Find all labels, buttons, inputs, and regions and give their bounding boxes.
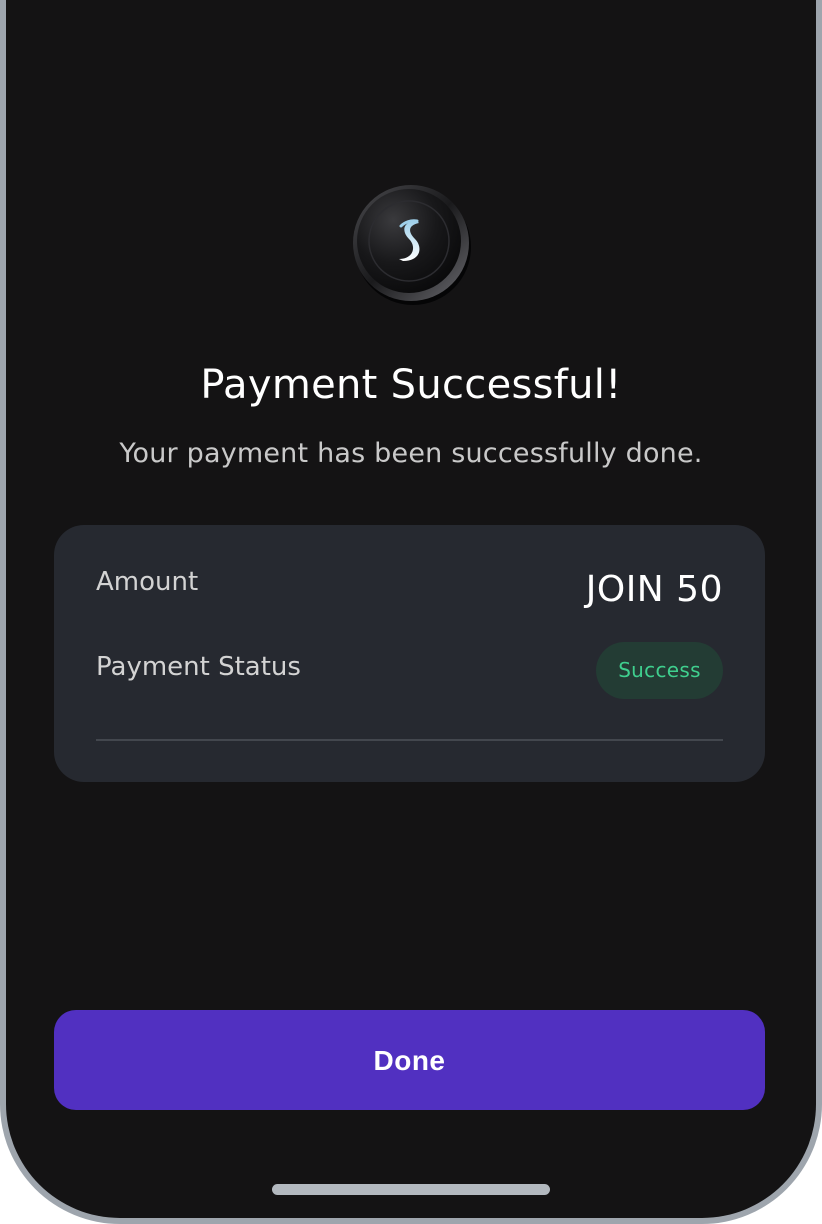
home-indicator [272,1184,550,1195]
done-button[interactable]: Done [54,1010,765,1110]
coin-logo-icon [347,181,475,309]
page-subtitle: Your payment has been successfully done. [119,438,703,469]
coin-logo-svg [353,185,471,305]
screen: Payment Successful! Your payment has bee… [6,0,816,1218]
status-badge: Success [596,642,723,699]
amount-label: Amount [96,567,199,597]
divider [96,739,723,741]
payment-success-view: Payment Successful! Your payment has bee… [6,0,816,1218]
payment-details-card: Amount JOIN 50 Payment Status Success [54,525,765,782]
phone-frame: Payment Successful! Your payment has bee… [0,0,822,1224]
payment-status-label: Payment Status [96,652,301,682]
amount-value: JOIN 50 [585,569,723,610]
page-title: Payment Successful! [200,362,622,408]
